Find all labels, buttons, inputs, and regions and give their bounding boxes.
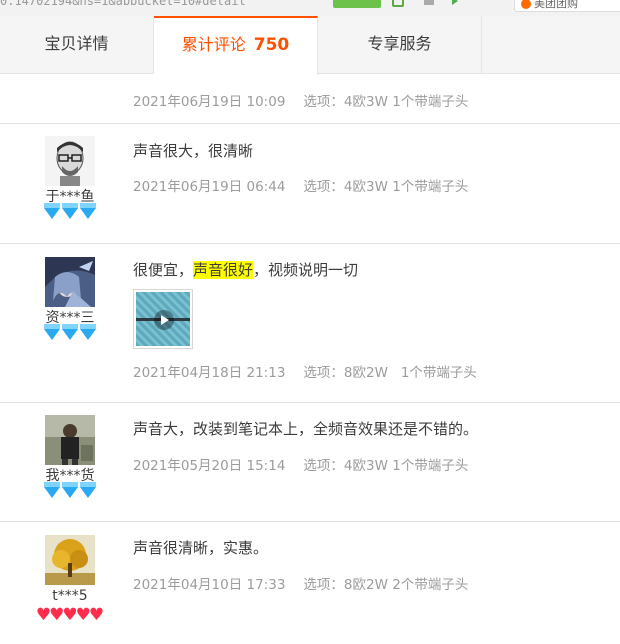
review-list: 2021年06月19日 10:09 选项：4欧3W 1个带端子头 于***鱼 声… bbox=[0, 74, 620, 644]
heart-icon: ♥ bbox=[88, 605, 105, 625]
review-item: 2021年06月19日 10:09 选项：4欧3W 1个带端子头 bbox=[0, 74, 620, 124]
url-fragment[interactable]: 0.14702194&ns=1&abbucket=10#detail bbox=[0, 0, 246, 8]
wechat-icon[interactable] bbox=[392, 0, 404, 7]
review-option: 选项：8欧2W 2个带端子头 bbox=[303, 577, 469, 593]
review-date: 2021年05月20日 15:14 bbox=[133, 458, 286, 474]
tab-label: 累计评论 bbox=[181, 35, 246, 54]
review-meta: 2021年04月18日 21:13 选项：8欧2W 1个带端子头 bbox=[133, 361, 610, 381]
tab-exclusive-service[interactable]: 专享服务 bbox=[318, 16, 482, 74]
tab-item-details[interactable]: 宝贝详情 bbox=[0, 16, 154, 74]
tab-label: 宝贝详情 bbox=[44, 34, 109, 53]
review-item: 于***鱼 声音很大，很清晰 2021年06月19日 06:44 选项：4欧3W … bbox=[0, 124, 620, 244]
review-meta: 2021年06月19日 10:09 选项：4欧3W 1个带端子头 bbox=[133, 90, 610, 110]
play-arrow-icon[interactable] bbox=[452, 0, 460, 5]
review-text: 声音大，改装到笔记本上，全频音效果还是不错的。 bbox=[133, 420, 479, 438]
extension-button[interactable]: 美团团购 bbox=[514, 0, 620, 12]
review-option: 选项：8欧2W 1个带端子头 bbox=[303, 365, 477, 381]
review-count: 750 bbox=[253, 35, 290, 55]
highlighted-keyword: 声音很好 bbox=[193, 261, 254, 279]
browser-address-strip: 0.14702194&ns=1&abbucket=10#detail 美团团购 bbox=[0, 0, 620, 16]
review-item: 资***三 很便宜，声音很好，视频说明一切 2021年04月18日 21:13 选… bbox=[0, 244, 620, 403]
video-frame bbox=[136, 292, 190, 346]
autumn-tree-avatar[interactable] bbox=[45, 535, 95, 585]
man-with-glasses-avatar[interactable] bbox=[45, 136, 95, 186]
review-item: 我***货 声音大，改装到笔记本上，全频音效果还是不错的。 2021年05月20… bbox=[0, 403, 620, 522]
reviewer-rank-diamonds bbox=[30, 482, 110, 503]
review-date: 2021年04月10日 17:33 bbox=[133, 577, 286, 593]
review-text: 很便宜，声音很好，视频说明一切 bbox=[133, 259, 610, 281]
diamond-icon bbox=[62, 482, 78, 498]
review-text-part: 很便宜， bbox=[133, 261, 194, 279]
diamond-icon bbox=[62, 203, 78, 219]
reviewer-rank-diamonds bbox=[30, 203, 110, 224]
review-meta: 2021年06月19日 06:44 选项：4欧3W 1个带端子头 bbox=[133, 175, 610, 195]
diamond-icon bbox=[44, 203, 60, 219]
review-text: 声音很大，很清晰 bbox=[133, 142, 254, 160]
diamond-icon bbox=[80, 203, 96, 219]
review-text-part: ，视频说明一切 bbox=[253, 261, 359, 279]
review-video-thumbnail[interactable] bbox=[133, 289, 193, 349]
extension-label: 美团团购 bbox=[534, 0, 578, 10]
review-item: t***5 ♥♥♥♥♥ 声音很清晰，实惠。 2021年04月10日 17:33 选… bbox=[0, 522, 620, 644]
diamond-icon bbox=[44, 482, 60, 498]
diamond-icon bbox=[44, 324, 60, 340]
secure-badge-icon bbox=[333, 0, 381, 8]
person-photo-avatar[interactable] bbox=[45, 415, 95, 465]
diamond-icon bbox=[80, 324, 96, 340]
review-date: 2021年06月19日 06:44 bbox=[133, 179, 286, 195]
review-option: 选项：4欧3W 1个带端子头 bbox=[303, 179, 469, 195]
diamond-icon bbox=[62, 324, 78, 340]
diamond-icon bbox=[80, 482, 96, 498]
reviewer-rank-hearts: ♥♥♥♥♥ bbox=[30, 605, 110, 625]
tab-reviews[interactable]: 累计评论 750 bbox=[154, 16, 318, 75]
reviewer-nickname[interactable]: t***5 bbox=[30, 587, 110, 605]
review-text: 声音很清晰，实惠。 bbox=[133, 539, 269, 557]
review-option: 选项：4欧3W 1个带端子头 bbox=[303, 458, 469, 474]
review-meta: 2021年04月10日 17:33 选项：8欧2W 2个带端子头 bbox=[133, 573, 610, 593]
review-option: 选项：4欧3W 1个带端子头 bbox=[303, 94, 469, 110]
tab-label: 专享服务 bbox=[367, 34, 432, 53]
review-meta: 2021年05月20日 15:14 选项：4欧3W 1个带端子头 bbox=[133, 454, 610, 474]
review-date: 2021年06月19日 10:09 bbox=[133, 94, 286, 110]
extension-icon bbox=[521, 0, 531, 9]
detail-tabs: 宝贝详情 累计评论 750 专享服务 bbox=[0, 16, 620, 75]
review-date: 2021年04月18日 21:13 bbox=[133, 365, 286, 381]
app-icon[interactable] bbox=[424, 0, 434, 5]
play-icon[interactable] bbox=[154, 310, 174, 330]
anime-avatar[interactable] bbox=[45, 257, 95, 307]
reviewer-rank-diamonds bbox=[30, 324, 110, 345]
